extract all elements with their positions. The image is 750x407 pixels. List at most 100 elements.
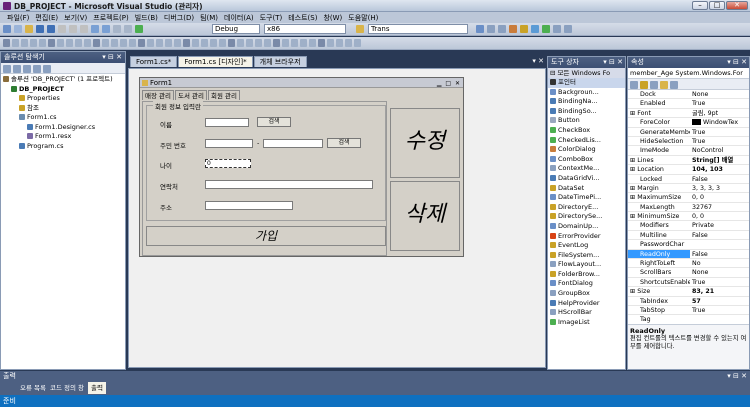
- menu-item[interactable]: 보기(V): [61, 12, 90, 23]
- property-value[interactable]: True: [690, 137, 749, 145]
- property-value[interactable]: 57: [690, 297, 749, 305]
- layout-align-icon[interactable]: [39, 39, 46, 47]
- layout-align-icon[interactable]: [84, 39, 91, 47]
- refresh-icon[interactable]: [23, 65, 31, 73]
- property-value[interactable]: True: [690, 128, 749, 136]
- property-row[interactable]: ReadOnly False: [628, 249, 749, 260]
- property-row[interactable]: ShortcutsEnable True: [628, 278, 749, 288]
- solution-tree-item[interactable]: Form1.Designer.cs: [3, 123, 123, 133]
- toolbox-item[interactable]: ErrorProvider: [548, 232, 625, 242]
- toolbox-item[interactable]: CheckBox: [548, 126, 625, 136]
- property-value[interactable]: 굴림, 9pt: [690, 109, 749, 117]
- layout-align-icon[interactable]: [183, 39, 190, 47]
- name-input[interactable]: [205, 118, 249, 127]
- layout-align-icon[interactable]: [129, 39, 136, 47]
- toolbox-item[interactable]: DirectoryE...: [548, 203, 625, 213]
- ssn-back-input[interactable]: [263, 139, 323, 148]
- editor-tab[interactable]: Form1.cs [디자인]*: [178, 56, 253, 67]
- menu-item[interactable]: 창(W): [320, 12, 345, 23]
- layout-align-icon[interactable]: [93, 39, 100, 47]
- layout-align-icon[interactable]: [21, 39, 28, 47]
- toolbox-item[interactable]: FlowLayout...: [548, 260, 625, 270]
- toolbox-item[interactable]: Button: [548, 116, 625, 126]
- layout-align-icon[interactable]: [111, 39, 118, 47]
- layout-align-icon[interactable]: [318, 39, 325, 47]
- layout-align-icon[interactable]: [255, 39, 262, 47]
- add-item-icon[interactable]: [14, 25, 22, 33]
- platform-combo[interactable]: x86: [264, 24, 346, 34]
- property-value[interactable]: None: [690, 268, 749, 276]
- toolbox-item[interactable]: ImageList: [548, 318, 625, 328]
- property-value[interactable]: True: [690, 306, 749, 314]
- output-tab[interactable]: 오류 목록: [20, 382, 46, 394]
- toolbox-item[interactable]: HelpProvider: [548, 299, 625, 309]
- menu-item[interactable]: 도구(T): [257, 12, 286, 23]
- toolbox-item[interactable]: FontDialog: [548, 279, 625, 289]
- maximize-button[interactable]: □: [709, 1, 725, 10]
- layout-align-icon[interactable]: [201, 39, 208, 47]
- property-pages-icon[interactable]: [670, 81, 678, 89]
- solution-tree-item[interactable]: DB_PROJECT: [3, 85, 123, 95]
- toolbox-item[interactable]: DomainUp...: [548, 222, 625, 232]
- menu-item[interactable]: 파일(F): [4, 12, 32, 23]
- view-designer-icon[interactable]: [43, 65, 51, 73]
- property-value[interactable]: Private: [690, 221, 749, 229]
- layout-align-icon[interactable]: [210, 39, 217, 47]
- join-button[interactable]: 가입: [146, 226, 386, 246]
- ssn-front-input[interactable]: [205, 139, 253, 148]
- property-row[interactable]: HideSelection True: [628, 137, 749, 147]
- layout-align-icon[interactable]: [12, 39, 19, 47]
- property-value[interactable]: 0, 0: [690, 193, 749, 201]
- close-button[interactable]: ✕: [726, 1, 748, 10]
- layout-align-icon[interactable]: [174, 39, 181, 47]
- property-row[interactable]: RightToLeft No: [628, 259, 749, 269]
- property-row[interactable]: ImeMode NoControl: [628, 146, 749, 156]
- edit-button[interactable]: 수정: [390, 108, 460, 178]
- solution-explorer-icon[interactable]: [487, 25, 495, 33]
- property-row[interactable]: TabIndex 57: [628, 297, 749, 306]
- layout-align-icon[interactable]: [309, 39, 316, 47]
- name-search-button[interactable]: 검색: [257, 117, 291, 127]
- layout-align-icon[interactable]: [327, 39, 334, 47]
- menu-item[interactable]: 팀(M): [197, 12, 221, 23]
- editor-tab[interactable]: 개체 브라우저: [253, 56, 307, 67]
- new-project-icon[interactable]: [3, 25, 11, 33]
- menu-item[interactable]: 데이터(A): [221, 12, 257, 23]
- undo-icon[interactable]: [91, 25, 99, 33]
- menu-item[interactable]: 편집(E): [32, 12, 61, 23]
- menu-item[interactable]: 프로젝트(P): [90, 12, 131, 23]
- toolbox-pin-icon[interactable]: ▾ ⊟ ✕: [603, 57, 625, 68]
- form-tab[interactable]: 매장 관리: [142, 90, 174, 100]
- config-combo[interactable]: Debug: [212, 24, 260, 34]
- toolbox-item[interactable]: FileSystem...: [548, 251, 625, 261]
- toolbox-item[interactable]: DirectorySe...: [548, 212, 625, 222]
- toolbox-item[interactable]: DataGridVi...: [548, 174, 625, 184]
- redo-icon[interactable]: [102, 25, 110, 33]
- property-value[interactable]: [690, 315, 749, 323]
- layout-align-icon[interactable]: [237, 39, 244, 47]
- property-value[interactable]: String[] 배열: [690, 156, 749, 164]
- command-window-icon[interactable]: [553, 25, 561, 33]
- toolbox-item[interactable]: DataSet: [548, 184, 625, 194]
- layout-align-icon[interactable]: [336, 39, 343, 47]
- layout-align-icon[interactable]: [291, 39, 298, 47]
- layout-align-icon[interactable]: [354, 39, 361, 47]
- menu-item[interactable]: 빌드(B): [132, 12, 161, 23]
- view-code-icon[interactable]: [33, 65, 41, 73]
- toolbox-item[interactable]: ContextMe...: [548, 164, 625, 174]
- categorized-icon[interactable]: [630, 81, 638, 89]
- menu-item[interactable]: 도움말(H): [345, 12, 381, 23]
- find-in-files-icon[interactable]: [476, 25, 484, 33]
- cut-icon[interactable]: [58, 25, 66, 33]
- solution-tree-item[interactable]: 참조: [3, 104, 123, 114]
- property-row[interactable]: Modifiers Private: [628, 221, 749, 231]
- alphabetical-icon[interactable]: [640, 81, 648, 89]
- solution-tree-item[interactable]: 솔루션 'DB_PROJECT' (1 프로젝트): [3, 75, 123, 85]
- property-value[interactable]: 3, 3, 3, 3: [690, 184, 749, 192]
- menu-item[interactable]: 디버그(D): [161, 12, 197, 23]
- start-debug-icon[interactable]: [135, 25, 143, 33]
- toolbox-item[interactable]: HScrollBar: [548, 308, 625, 318]
- property-row[interactable]: ⊞ Location 104, 103: [628, 165, 749, 175]
- layout-align-icon[interactable]: [219, 39, 226, 47]
- layout-align-icon[interactable]: [165, 39, 172, 47]
